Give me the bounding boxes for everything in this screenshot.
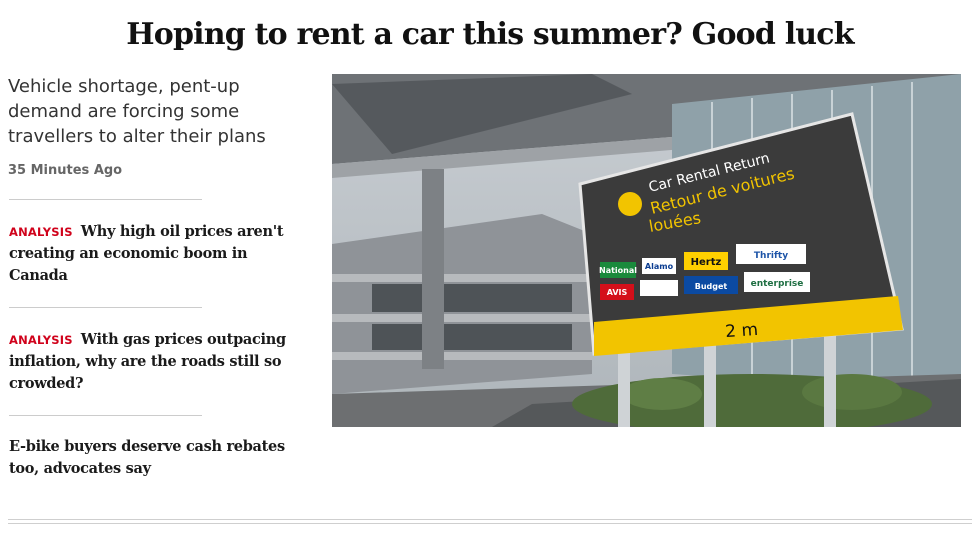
brand-national: National bbox=[599, 266, 637, 275]
article-dek: Vehicle shortage, pent-up demand are for… bbox=[8, 76, 266, 147]
brand-enterprise: enterprise bbox=[751, 279, 804, 289]
sign-clearance: 2 m bbox=[725, 320, 759, 342]
car-rental-return-photo: 2 m Car Rental Return Retour de voitures… bbox=[332, 74, 961, 427]
analysis-tag: ANALYSIS bbox=[9, 225, 73, 239]
related-article-link[interactable]: ANALYSIS With gas prices outpacing inflat… bbox=[9, 329, 299, 395]
brand-avis: AVIS bbox=[607, 288, 628, 297]
divider bbox=[9, 415, 202, 416]
related-article-link[interactable]: E-bike buyers deserve cash rebates too, … bbox=[9, 436, 299, 480]
article-timestamp: 35 Minutes Ago bbox=[8, 163, 123, 178]
divider bbox=[9, 199, 202, 200]
related-article-link[interactable]: ANALYSIS Why high oil prices aren't creat… bbox=[9, 221, 299, 287]
brand-alamo: Alamo bbox=[645, 262, 674, 271]
brand-thrifty: Thrifty bbox=[754, 251, 788, 261]
section-divider bbox=[8, 519, 972, 524]
divider bbox=[9, 307, 202, 308]
brand-hertz: Hertz bbox=[691, 257, 722, 268]
article-photo[interactable]: 2 m Car Rental Return Retour de voitures… bbox=[332, 74, 961, 427]
article-summary-column: Vehicle shortage, pent-up demand are for… bbox=[8, 74, 308, 480]
article-headline[interactable]: Hoping to rent a car this summer? Good l… bbox=[0, 14, 980, 56]
related-article-title: E-bike buyers deserve cash rebates too, … bbox=[9, 438, 285, 477]
analysis-tag: ANALYSIS bbox=[9, 333, 73, 347]
brand-budget: Budget bbox=[695, 282, 728, 291]
